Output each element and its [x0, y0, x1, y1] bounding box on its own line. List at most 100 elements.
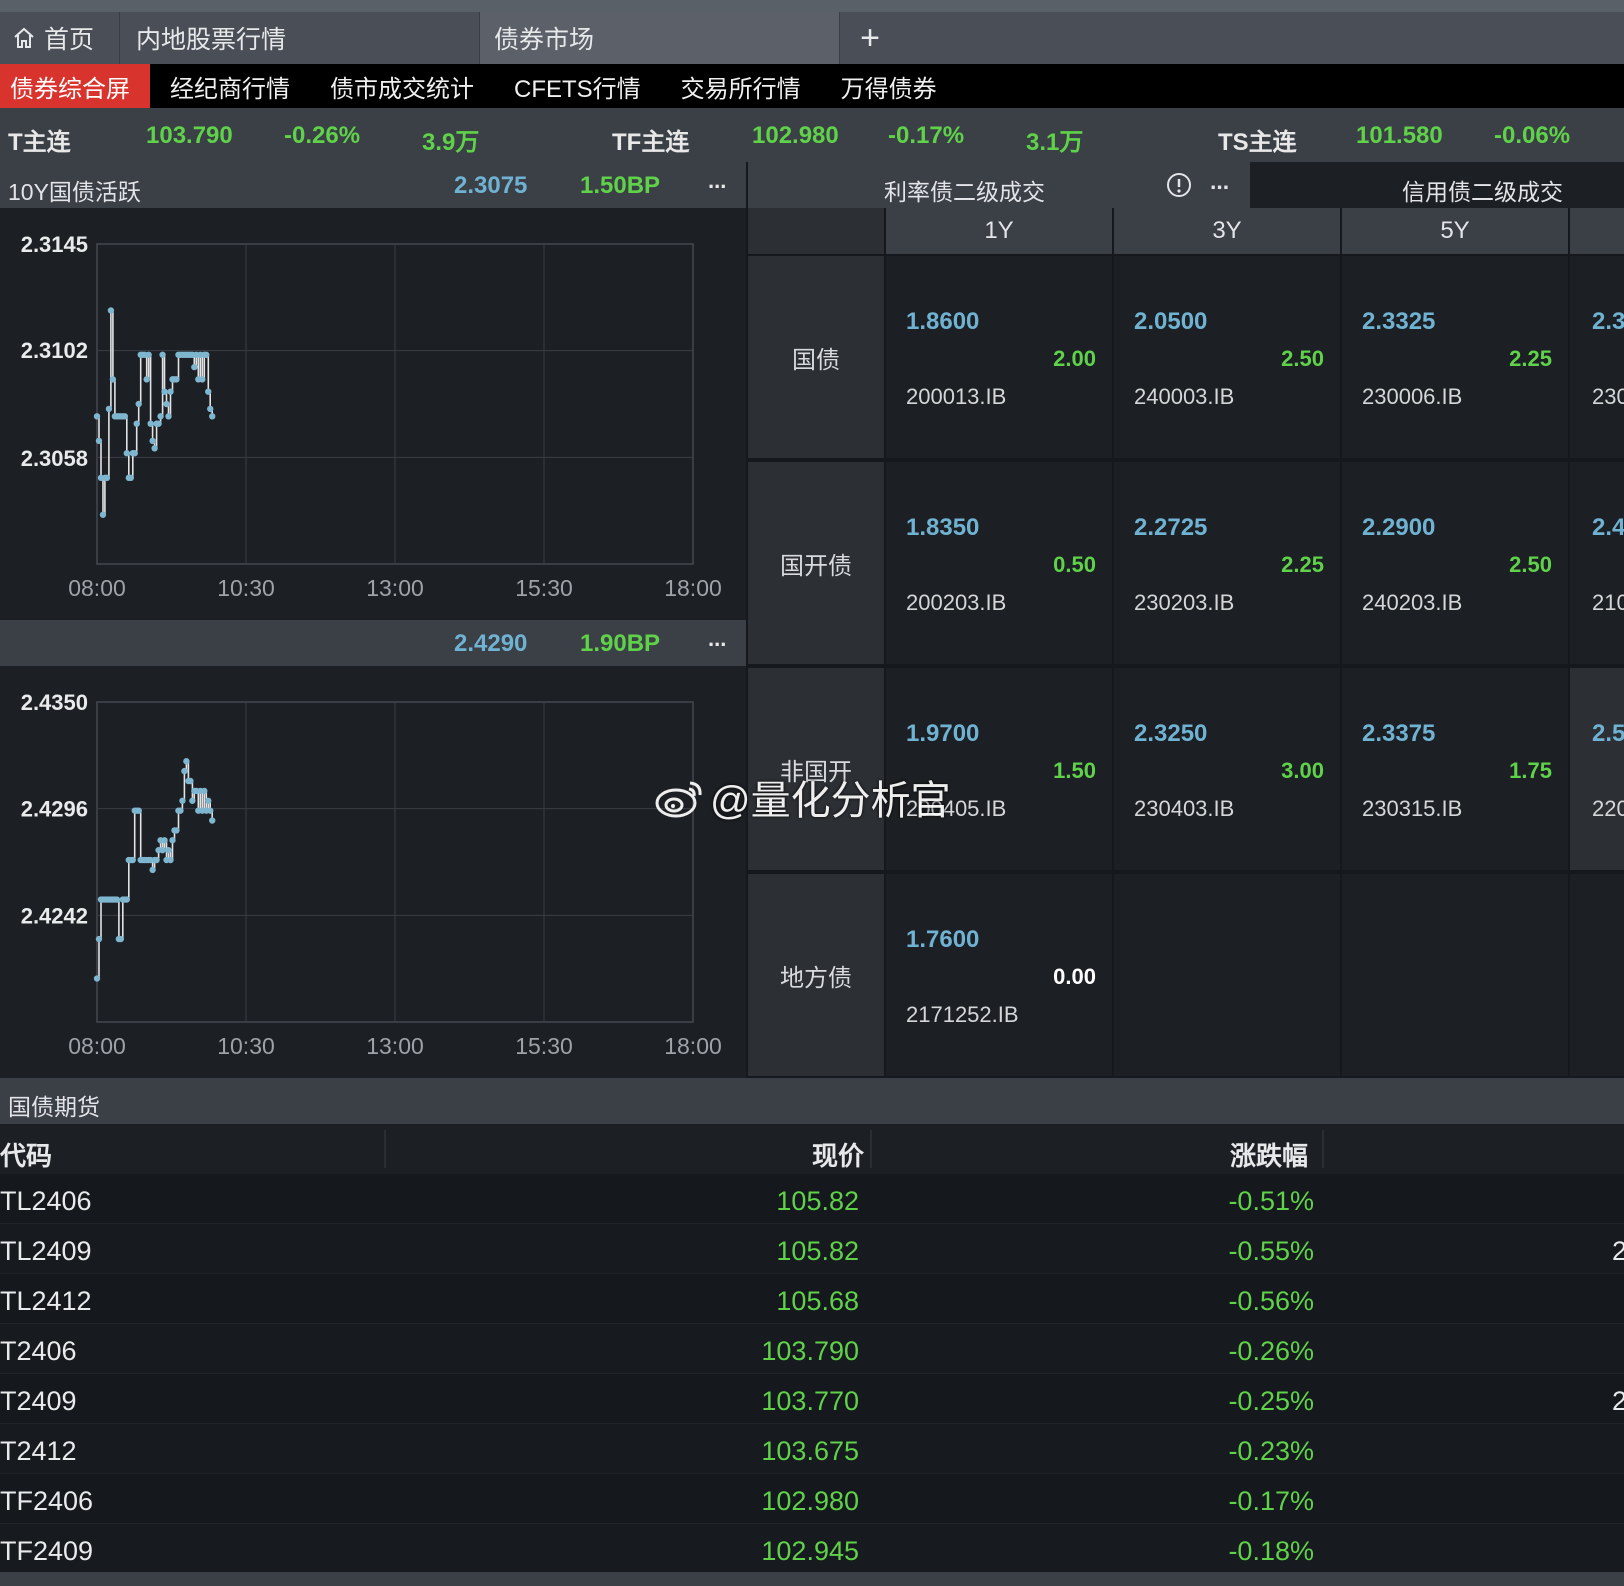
x-tick-label: 10:30 — [217, 1033, 275, 1059]
rate-cell[interactable]: 1.8600 2.00 200013.IB — [886, 256, 1112, 458]
row-code: TL2412 — [0, 1286, 92, 1316]
data-point — [179, 797, 186, 804]
ticker-name: TF主连 — [612, 129, 690, 156]
column-divider — [870, 1130, 872, 1168]
rate-bond-header[interactable]: 利率债二级成交 ... — [748, 162, 1250, 208]
row-header[interactable]: 国开债 — [748, 462, 884, 664]
data-point — [135, 400, 142, 408]
more-button[interactable]: ... — [708, 168, 726, 194]
table-row[interactable]: TL2412 105.68 -0.56% — [0, 1274, 1624, 1324]
rate-cell-clipped[interactable]: 2.4 210 — [1570, 462, 1624, 664]
subnav-trade-stats[interactable]: 债市成交统计 — [310, 64, 494, 108]
col-header-3y[interactable]: 3Y — [1114, 208, 1340, 254]
row-code: TF2409 — [0, 1536, 94, 1566]
ticker-name: T主连 — [8, 129, 71, 156]
data-point — [161, 388, 168, 395]
row-header[interactable]: 国债 — [748, 256, 884, 458]
col-code[interactable]: 代码 — [0, 1136, 52, 1173]
rate-cell[interactable]: 2.3375 1.75 230315.IB — [1342, 668, 1568, 870]
futures-section-title: 国债期货 — [0, 1078, 1624, 1124]
data-point — [191, 363, 198, 371]
table-row[interactable]: TF2409 102.945 -0.18% — [0, 1524, 1624, 1574]
info-icon[interactable] — [1166, 172, 1192, 198]
rate-cell[interactable]: 1.8350 0.50 200203.IB — [886, 462, 1112, 664]
subnav-broker-quotes[interactable]: 经纪商行情 — [150, 64, 310, 108]
row-code: T2412 — [0, 1436, 77, 1466]
panel-10y-header[interactable]: 10Y国债活跃 2.3075 1.50BP ... — [0, 162, 746, 208]
data-point — [129, 856, 136, 864]
cell-yield: 1.8350 — [906, 514, 980, 541]
data-point — [127, 474, 134, 482]
chart-2-svg: 2.4350 2.4296 2.4242 08:00 10:30 13:00 15:30 18… — [21, 690, 722, 1059]
more-button[interactable]: ... — [708, 626, 726, 652]
data-point — [207, 405, 214, 413]
rate-cell-clipped[interactable]: 2.5 220 — [1570, 668, 1624, 870]
weibo-watermark: @量化分析官 — [654, 768, 951, 826]
subnav-exchange[interactable]: 交易所行情 — [661, 64, 821, 108]
panel-2-header[interactable]: 2.4290 1.90BP ... — [0, 620, 746, 666]
table-row[interactable]: T2406 103.790 -0.26% — [0, 1324, 1624, 1374]
col-change[interactable]: 涨跌幅 — [1230, 1136, 1308, 1173]
data-point — [207, 807, 214, 814]
table-row[interactable]: TL2409 105.82 -0.55% 2 — [0, 1224, 1624, 1274]
rate-cell-clipped[interactable] — [1570, 874, 1624, 1076]
y-tick-label: 2.4242 — [21, 903, 88, 928]
add-tab-button[interactable]: + — [840, 12, 900, 64]
data-point — [205, 388, 212, 395]
table-row[interactable]: TF2406 102.980 -0.17% — [0, 1474, 1624, 1524]
cell-bp-change: 0.00 — [1053, 964, 1096, 989]
col-header-5y[interactable]: 5Y — [1342, 208, 1568, 254]
matrix-corner — [748, 208, 884, 254]
row-price: 103.790 — [761, 1336, 859, 1366]
data-point — [173, 827, 180, 834]
rate-cell[interactable]: 2.2900 2.50 240203.IB — [1342, 462, 1568, 664]
tab-bond-market[interactable]: 债券市场 — [480, 12, 840, 64]
data-point — [131, 450, 138, 457]
series-line — [97, 309, 213, 516]
data-point — [123, 896, 130, 903]
cell-yield: 2.2725 — [1134, 514, 1208, 541]
cell-yield: 2.3375 — [1362, 720, 1436, 747]
tab-stock-market[interactable]: 内地股票行情 — [120, 12, 480, 64]
x-tick-label: 15:30 — [515, 575, 573, 601]
subnav-wind-bonds[interactable]: 万得债券 — [821, 64, 957, 108]
more-button[interactable]: ... — [1210, 168, 1229, 195]
col-price[interactable]: 现价 — [812, 1136, 864, 1173]
tab-home[interactable]: 首页 — [0, 12, 120, 64]
rate-cell-clipped[interactable]: 2.3 230 — [1570, 256, 1624, 458]
rate-cell[interactable]: 2.2725 2.25 230203.IB — [1114, 462, 1340, 664]
data-point — [157, 413, 164, 420]
y-tick-label: 2.3058 — [21, 446, 88, 471]
x-tick-label: 13:00 — [366, 1033, 424, 1059]
table-row[interactable]: T2409 103.770 -0.25% 2 — [0, 1374, 1624, 1424]
credit-bond-header[interactable]: 信用债二级成交 — [1250, 162, 1624, 208]
x-tick-label: 08:00 — [68, 575, 126, 601]
cell-bond-code: 230203.IB — [1134, 590, 1235, 615]
row-header[interactable]: 地方债 — [748, 874, 884, 1076]
ticker-price: 101.580 — [1356, 122, 1443, 149]
subnav-cfets[interactable]: CFETS行情 — [494, 64, 661, 108]
x-tick-label: 10:30 — [217, 575, 275, 601]
futures-ticker[interactable]: T主连 103.790 -0.26% 3.9万 TF主连 102.980 -0.… — [0, 108, 1624, 162]
row-change: -0.56% — [1228, 1286, 1314, 1316]
rate-cell[interactable]: 2.0500 2.50 240003.IB — [1114, 256, 1340, 458]
table-row[interactable]: TL2406 105.82 -0.51% — [0, 1174, 1624, 1224]
data-point — [161, 837, 168, 844]
rate-cell[interactable]: 1.7600 0.00 2171252.IB — [886, 874, 1112, 1076]
rate-cell[interactable]: 2.3250 3.00 230403.IB — [1114, 668, 1340, 870]
tab-bar: 首页 内地股票行情 债券市场 + — [0, 0, 1624, 64]
data-point — [155, 420, 162, 427]
row-change: -0.25% — [1228, 1386, 1314, 1416]
data-point — [93, 975, 101, 982]
row-change: -0.26% — [1228, 1336, 1314, 1366]
row-price: 103.675 — [761, 1436, 859, 1466]
table-row[interactable]: T2412 103.675 -0.23% — [0, 1424, 1624, 1474]
ticker-change: -0.06% — [1494, 122, 1571, 149]
row-extra: 2 — [1612, 1236, 1624, 1266]
subnav-bond-overview[interactable]: 债券综合屏 — [0, 64, 150, 108]
data-point — [99, 511, 107, 518]
rate-cell[interactable]: 2.3325 2.25 230006.IB — [1342, 256, 1568, 458]
col-header-1y[interactable]: 1Y — [886, 208, 1112, 254]
row-change: -0.17% — [1228, 1486, 1314, 1516]
tab-bond-label: 债券市场 — [494, 26, 595, 54]
